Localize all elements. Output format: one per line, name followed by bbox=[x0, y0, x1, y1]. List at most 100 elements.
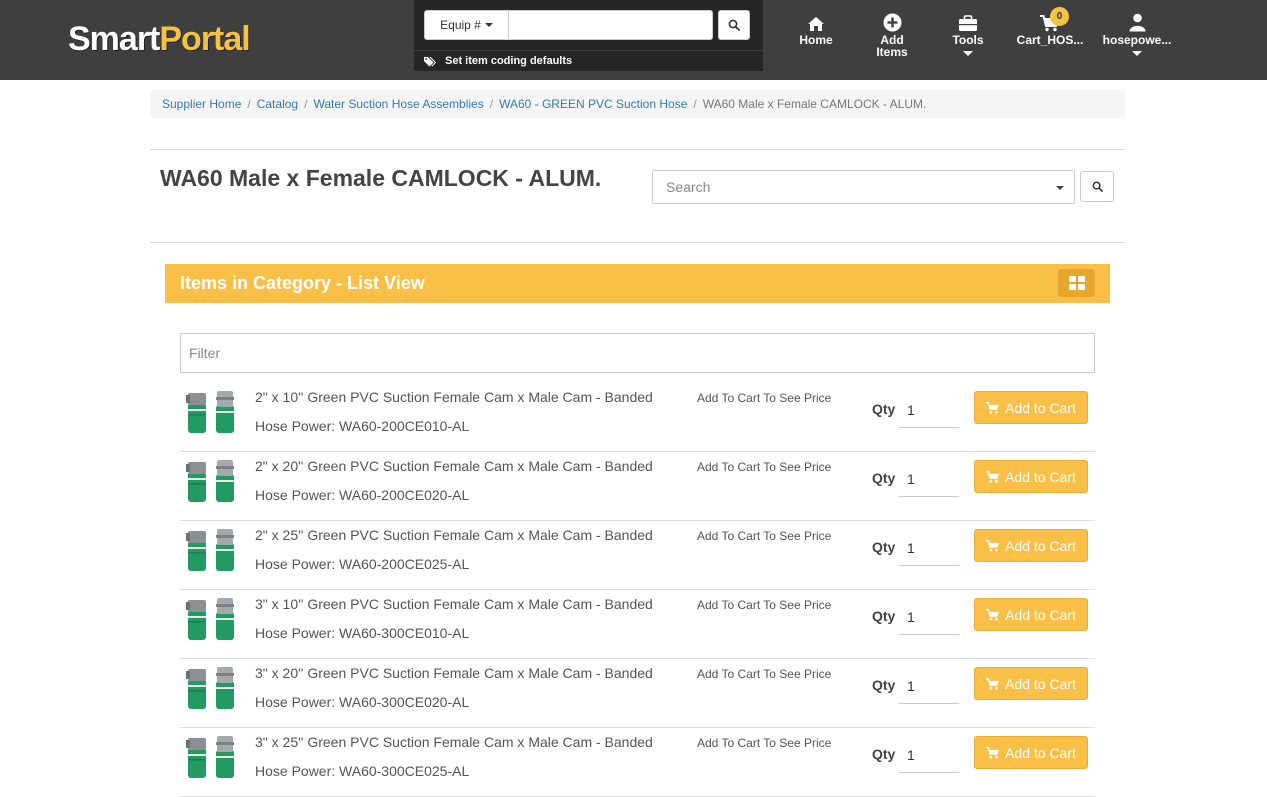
smartportal-logo[interactable]: SmartPortal bbox=[68, 20, 251, 59]
add-to-cart-button[interactable]: Add to Cart bbox=[974, 529, 1088, 562]
qty-input[interactable]: 1 bbox=[899, 599, 959, 635]
product-thumbnail[interactable] bbox=[186, 458, 236, 504]
cart-icon bbox=[986, 677, 1000, 690]
item-price-note: Add To Cart To See Price bbox=[697, 736, 832, 750]
add-to-cart-label: Add to Cart bbox=[1005, 744, 1076, 761]
grid-icon bbox=[1068, 276, 1085, 290]
product-thumbnail[interactable] bbox=[186, 596, 236, 642]
equip-search-button[interactable] bbox=[718, 10, 750, 40]
nav-tools[interactable]: Tools bbox=[942, 10, 994, 70]
breadcrumb-water-suction-hose[interactable]: Water Suction Hose Assemblies bbox=[313, 97, 483, 111]
plus-circle-icon bbox=[883, 13, 901, 32]
item-price-note: Add To Cart To See Price bbox=[697, 667, 832, 681]
item-title-link[interactable]: 2" x 20'' Green PVC Suction Female Cam x… bbox=[255, 458, 653, 474]
set-coding-defaults-link[interactable]: Set item coding defaults bbox=[414, 50, 763, 71]
qty-input[interactable]: 1 bbox=[899, 392, 959, 428]
product-thumbnail[interactable] bbox=[186, 527, 236, 573]
item-title-link[interactable]: 3" x 25'' Green PVC Suction Female Cam x… bbox=[255, 734, 653, 750]
page-title: WA60 Male x Female CAMLOCK - ALUM. bbox=[160, 165, 602, 191]
items-panel-title: Items in Category - List View bbox=[180, 273, 425, 293]
nav-user-menu[interactable]: hosepowe... bbox=[1100, 10, 1174, 70]
item-title-link[interactable]: 2" x 10'' Green PVC Suction Female Cam x… bbox=[255, 389, 653, 405]
breadcrumb-wa60-green-pvc[interactable]: WA60 - GREEN PVC Suction Hose bbox=[499, 97, 687, 111]
item-price-note: Add To Cart To See Price bbox=[697, 529, 832, 543]
qty-label: Qty bbox=[872, 401, 896, 417]
add-to-cart-button[interactable]: Add to Cart bbox=[974, 736, 1088, 769]
qty-input[interactable]: 1 bbox=[899, 737, 959, 773]
add-to-cart-label: Add to Cart bbox=[1005, 606, 1076, 623]
home-icon bbox=[808, 17, 824, 31]
search-icon bbox=[1092, 181, 1103, 192]
equip-type-dropdown[interactable]: Equip # bbox=[424, 10, 509, 40]
add-to-cart-button[interactable]: Add to Cart bbox=[974, 667, 1088, 700]
product-thumbnail[interactable] bbox=[186, 665, 236, 711]
nav-add-items[interactable]: Add Items bbox=[866, 10, 918, 70]
add-to-cart-label: Add to Cart bbox=[1005, 675, 1076, 692]
cart-icon bbox=[986, 608, 1000, 621]
item-row: 3" x 10'' Green PVC Suction Female Cam x… bbox=[180, 590, 1095, 659]
breadcrumb-current: WA60 Male x Female CAMLOCK - ALUM. bbox=[702, 97, 927, 111]
nav-add-items-label-2: Items bbox=[876, 45, 908, 59]
filter-input[interactable]: Filter bbox=[180, 333, 1095, 373]
briefcase-icon bbox=[959, 15, 977, 31]
tags-icon bbox=[424, 56, 437, 67]
item-row: 3" x 20'' Green PVC Suction Female Cam x… bbox=[180, 659, 1095, 728]
cart-count-badge: 0 bbox=[1050, 7, 1069, 26]
equip-type-label: Equip # bbox=[440, 18, 481, 32]
item-price-note: Add To Cart To See Price bbox=[697, 460, 832, 474]
add-to-cart-button[interactable]: Add to Cart bbox=[974, 391, 1088, 424]
product-thumbnail[interactable] bbox=[186, 734, 236, 780]
cart-icon bbox=[986, 401, 1000, 414]
qty-input[interactable]: 1 bbox=[899, 530, 959, 566]
breadcrumb-separator: / bbox=[489, 97, 494, 111]
item-sku: Hose Power: WA60-200CE020-AL bbox=[255, 487, 470, 503]
equip-search-input[interactable] bbox=[509, 10, 713, 40]
item-price-note: Add To Cart To See Price bbox=[697, 391, 832, 405]
add-to-cart-button[interactable]: Add to Cart bbox=[974, 460, 1088, 493]
breadcrumb-separator: / bbox=[247, 97, 251, 111]
breadcrumb-separator: / bbox=[693, 97, 697, 111]
qty-input[interactable]: 1 bbox=[899, 668, 959, 704]
item-row: 3" x 25'' Green PVC Suction Female Cam x… bbox=[180, 728, 1095, 797]
logo-text-portal: Portal bbox=[159, 20, 250, 58]
item-price-note: Add To Cart To See Price bbox=[697, 598, 832, 612]
cart-icon bbox=[986, 470, 1000, 483]
qty-input[interactable]: 1 bbox=[899, 461, 959, 497]
user-icon bbox=[1129, 13, 1145, 32]
item-row: 2" x 20'' Green PVC Suction Female Cam x… bbox=[180, 452, 1095, 521]
qty-label: Qty bbox=[872, 470, 896, 486]
qty-label: Qty bbox=[872, 608, 896, 624]
logo-text-smart: Smart bbox=[68, 20, 160, 58]
item-row: 2" x 25'' Green PVC Suction Female Cam x… bbox=[180, 521, 1095, 590]
breadcrumb-separator: / bbox=[304, 97, 308, 111]
nav-cart-label: Cart_HOS... bbox=[1016, 33, 1084, 47]
breadcrumb: Supplier Home / Catalog / Water Suction … bbox=[150, 90, 1125, 118]
equip-search-box: Equip # Set item coding defaults bbox=[414, 0, 763, 71]
cart-icon bbox=[986, 539, 1000, 552]
item-title-link[interactable]: 3" x 20'' Green PVC Suction Female Cam x… bbox=[255, 665, 653, 681]
item-title-link[interactable]: 2" x 25'' Green PVC Suction Female Cam x… bbox=[255, 527, 653, 543]
breadcrumb-catalog[interactable]: Catalog bbox=[257, 97, 298, 111]
category-search-button[interactable] bbox=[1080, 171, 1114, 202]
category-search-select[interactable]: Search bbox=[652, 170, 1075, 204]
item-sku: Hose Power: WA60-200CE025-AL bbox=[255, 556, 470, 572]
item-sku: Hose Power: WA60-300CE020-AL bbox=[255, 694, 470, 710]
add-to-cart-button[interactable]: Add to Cart bbox=[974, 598, 1088, 631]
qty-label: Qty bbox=[872, 539, 896, 555]
item-sku: Hose Power: WA60-200CE010-AL bbox=[255, 418, 470, 434]
category-search-placeholder: Search bbox=[666, 179, 711, 195]
nav-cart[interactable]: Cart_HOS... 0 bbox=[1012, 7, 1088, 70]
item-sku: Hose Power: WA60-300CE025-AL bbox=[255, 763, 470, 779]
item-sku: Hose Power: WA60-300CE010-AL bbox=[255, 625, 470, 641]
item-title-link[interactable]: 3" x 10'' Green PVC Suction Female Cam x… bbox=[255, 596, 653, 612]
chevron-down-icon bbox=[963, 51, 973, 56]
qty-label: Qty bbox=[872, 677, 896, 693]
grid-view-toggle-button[interactable] bbox=[1058, 269, 1095, 297]
nav-user-label: hosepowe... bbox=[1102, 33, 1172, 47]
product-thumbnail[interactable] bbox=[186, 389, 236, 435]
chevron-down-icon bbox=[1056, 186, 1064, 190]
breadcrumb-supplier-home[interactable]: Supplier Home bbox=[162, 97, 241, 111]
search-icon bbox=[728, 19, 740, 31]
qty-label: Qty bbox=[872, 746, 896, 762]
nav-home[interactable]: Home bbox=[790, 10, 842, 70]
